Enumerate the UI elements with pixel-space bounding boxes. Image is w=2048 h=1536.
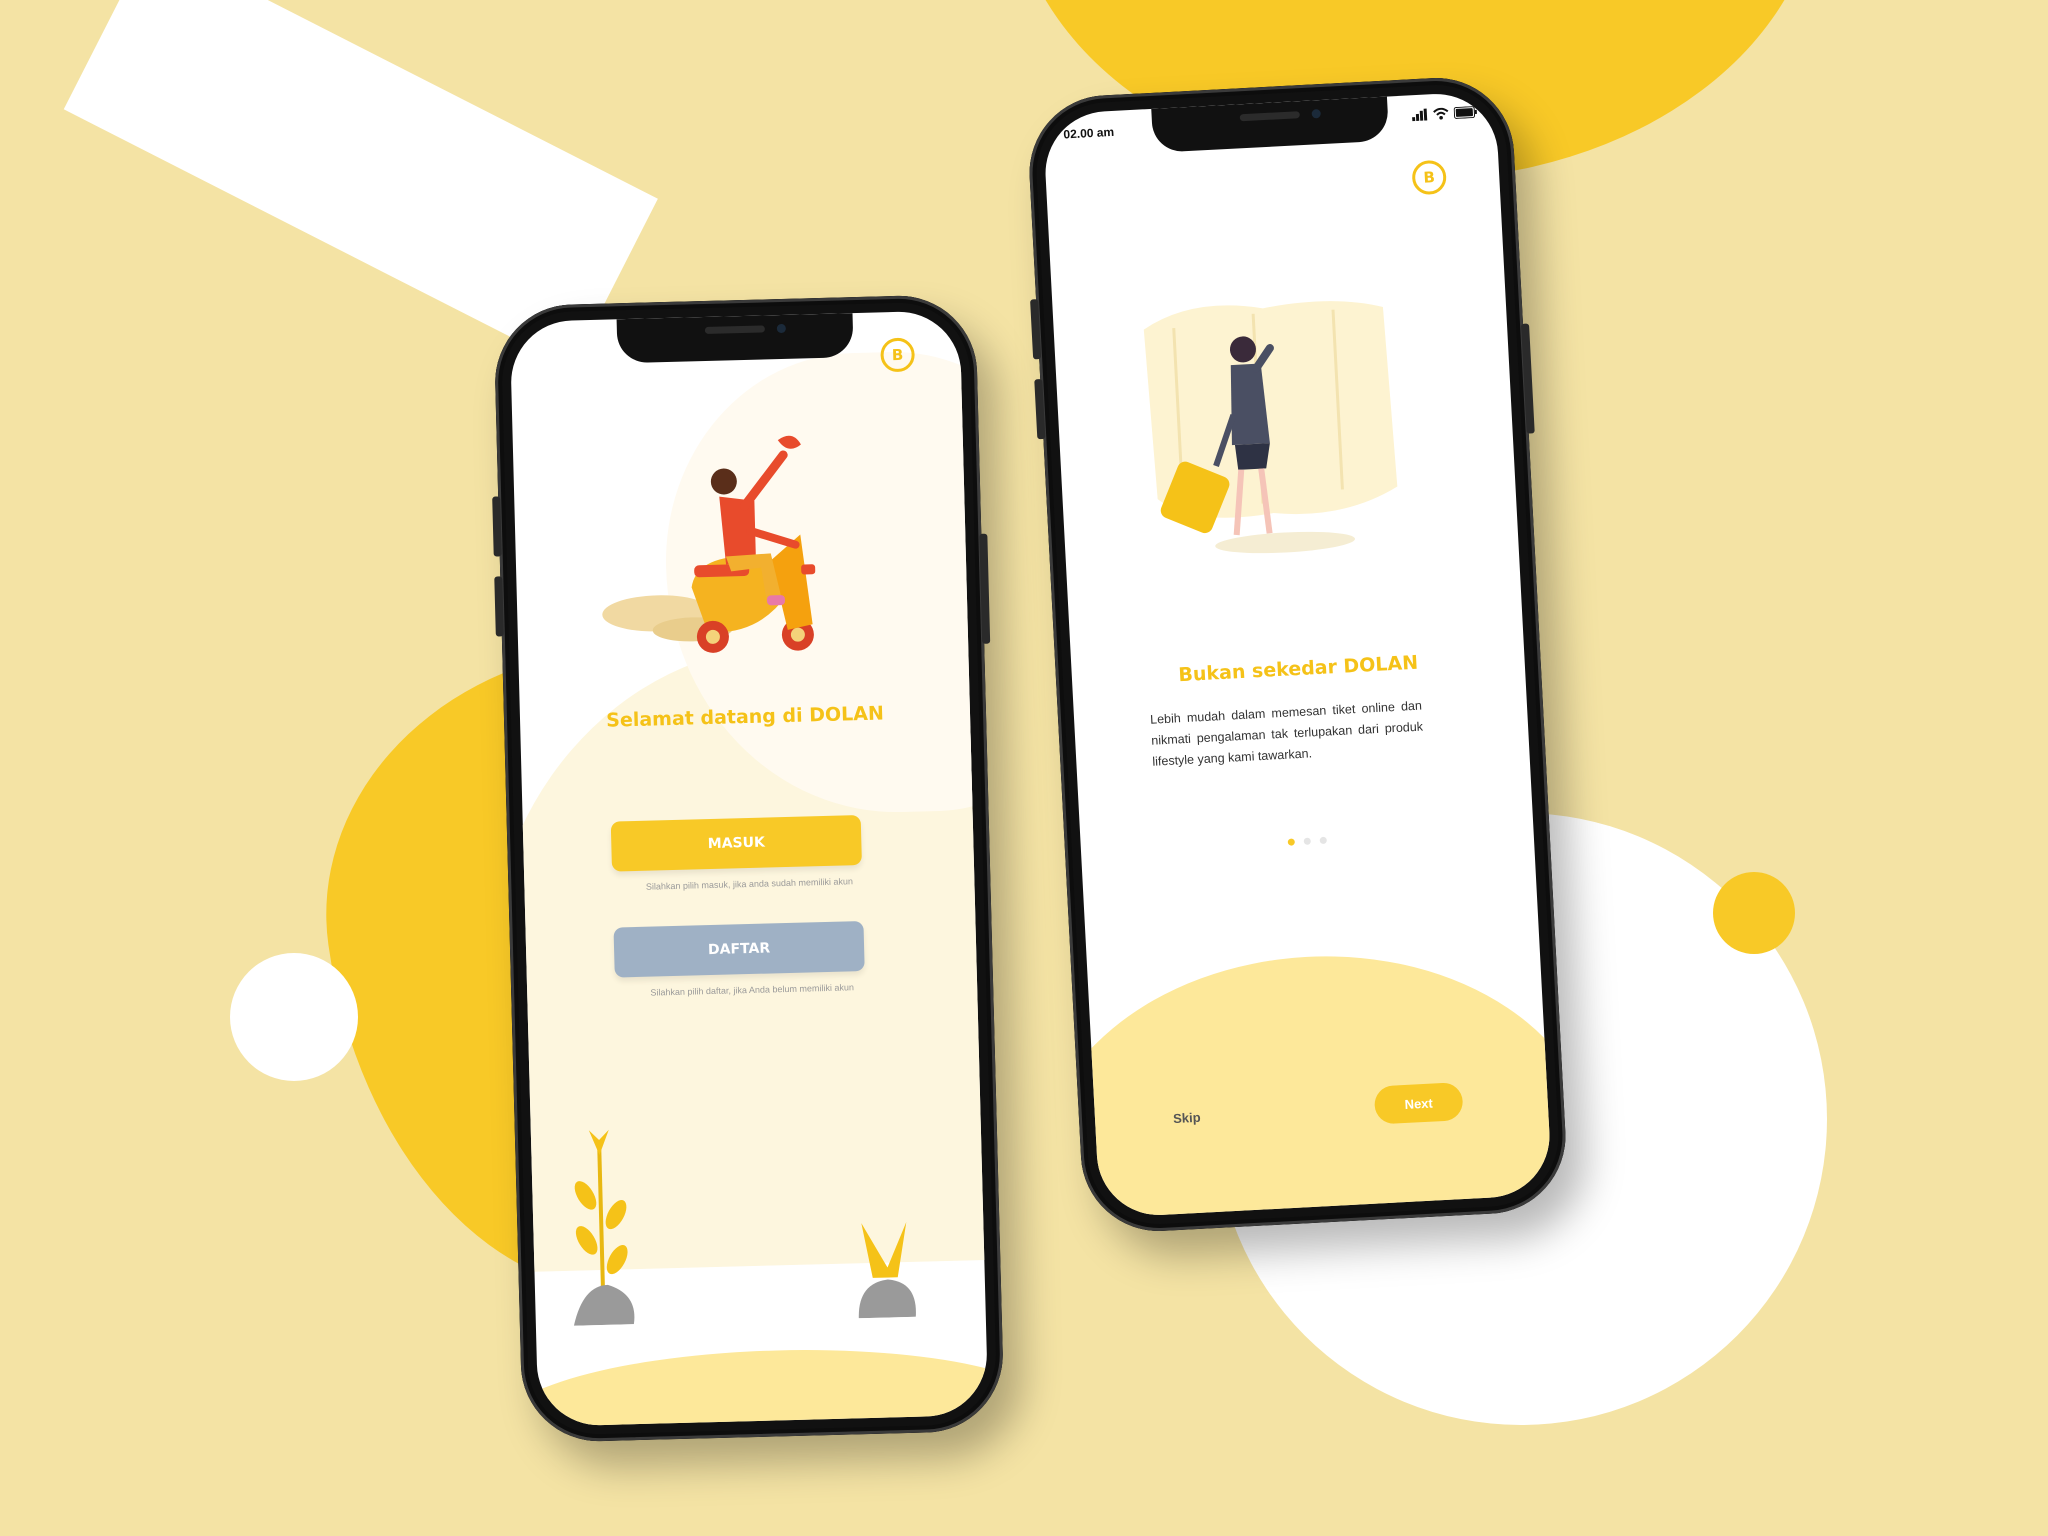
traveler-illustration [1143, 301, 1398, 554]
power-button [979, 533, 991, 644]
page-indicator [1081, 826, 1534, 857]
speaker [704, 325, 765, 334]
page-indicator-dot [1303, 837, 1311, 845]
page-indicator-dot-active [1287, 838, 1295, 846]
status-icons [1412, 106, 1479, 122]
notch [1150, 96, 1389, 153]
speaker [1239, 111, 1300, 122]
phone-onboarding: 02.00 am B Bukan sekedar DOLAN Lebih mud… [1025, 74, 1570, 1235]
background-white-circle-small [230, 953, 358, 1081]
next-button[interactable]: Next [1373, 1081, 1464, 1125]
background-yellow-circle-small [1713, 872, 1795, 954]
power-button [1521, 323, 1535, 434]
skip-button[interactable]: Skip [1173, 1110, 1201, 1126]
onboarding-bottom-wave [1042, 942, 1553, 1219]
welcome-ground-shape [509, 1343, 989, 1427]
volume-button [494, 576, 504, 637]
signal-icon [1412, 108, 1428, 122]
notch [616, 313, 854, 364]
plant-illustration-left [573, 1129, 635, 1326]
onboarding-description: Lebih mudah dalam memesan tiket online d… [1149, 698, 1424, 769]
volume-button [1030, 299, 1042, 360]
page-indicator-dot [1319, 836, 1327, 845]
masuk-button[interactable]: MASUK [610, 815, 862, 872]
dolan-logo-icon: B [1411, 159, 1448, 196]
onboarding-title: Bukan sekedar DOLAN [1177, 651, 1419, 687]
onboarding-screen: 02.00 am B Bukan sekedar DOLAN Lebih mud… [1042, 90, 1553, 1219]
scooter-rider-illustration [602, 435, 816, 653]
welcome-screen: B Selamat datang di DOLAN MASUK Silahkan… [509, 310, 989, 1427]
volume-button [1034, 378, 1046, 440]
status-time: 02.00 am [1063, 124, 1115, 142]
front-camera [1310, 109, 1321, 119]
wifi-icon [1433, 107, 1449, 120]
front-camera [776, 323, 786, 334]
volume-button [492, 496, 502, 557]
battery-icon [1453, 106, 1477, 119]
phone-welcome: B Selamat datang di DOLAN MASUK Silahkan… [492, 293, 1005, 1444]
daftar-button[interactable]: DAFTAR [613, 921, 865, 978]
plant-illustration-right [858, 1222, 916, 1319]
